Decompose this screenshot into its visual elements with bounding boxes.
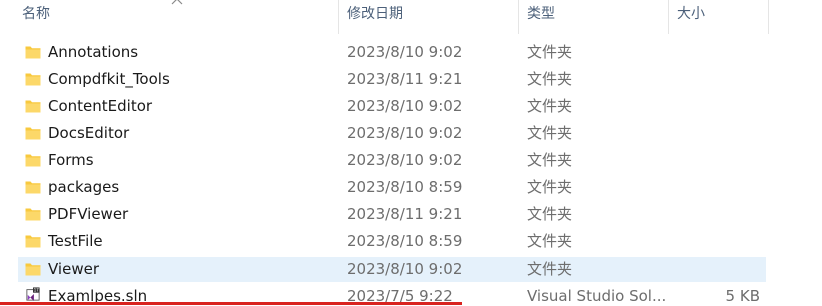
file-size: [668, 229, 760, 254]
file-date: 2023/8/10 9:02: [347, 97, 463, 115]
file-type: 文件夹: [527, 232, 573, 250]
file-name: Forms: [48, 151, 94, 169]
file-type: 文件夹: [527, 260, 573, 278]
column-header-date[interactable]: 修改日期: [347, 0, 517, 34]
folder-icon: [25, 235, 41, 248]
file-name: PDFViewer: [48, 205, 129, 223]
file-size: [668, 67, 760, 92]
folder-icon: [25, 181, 41, 194]
file-size: [668, 148, 760, 173]
file-name: ContentEditor: [48, 97, 153, 115]
file-row[interactable]: PDFViewer 2023/8/11 9:21 文件夹: [18, 202, 766, 227]
column-header-bar: 名称 修改日期 类型 大小: [0, 0, 770, 34]
column-divider[interactable]: [668, 0, 669, 34]
file-size: [668, 40, 760, 65]
file-size: [668, 94, 760, 119]
file-size: [668, 202, 760, 227]
file-row[interactable]: TestFile 2023/8/10 8:59 文件夹: [18, 229, 766, 254]
file-date: 2023/8/10 9:02: [347, 151, 463, 169]
column-divider[interactable]: [518, 0, 519, 34]
column-header-type[interactable]: 类型: [527, 0, 667, 34]
file-type: 文件夹: [527, 205, 573, 223]
file-date: 2023/8/10 8:59: [347, 232, 463, 250]
file-row[interactable]: ContentEditor 2023/8/10 9:02 文件夹: [18, 94, 766, 119]
column-divider[interactable]: [338, 0, 339, 34]
file-name: packages: [48, 178, 120, 196]
file-row[interactable]: Annotations 2023/8/10 9:02 文件夹: [18, 40, 766, 65]
folder-icon: [25, 73, 41, 86]
folder-icon: [25, 208, 41, 221]
file-type: 文件夹: [527, 151, 573, 169]
file-date: 2023/8/11 9:21: [347, 70, 463, 88]
folder-icon: [25, 46, 41, 59]
folder-icon: [25, 263, 41, 276]
file-type: 文件夹: [527, 97, 573, 115]
file-size: [668, 257, 760, 282]
file-size: [668, 121, 760, 146]
file-size: [668, 175, 760, 200]
file-row[interactable]: Compdfkit_Tools 2023/8/11 9:21 文件夹: [18, 67, 766, 92]
file-type: 文件夹: [527, 43, 573, 61]
file-type: Visual Studio Sol...: [527, 287, 665, 305]
file-type: 文件夹: [527, 178, 573, 196]
file-row[interactable]: packages 2023/8/10 8:59 文件夹: [18, 175, 766, 200]
file-name: Compdfkit_Tools: [48, 70, 170, 88]
red-annotation-underline: [0, 302, 462, 305]
folder-icon: [25, 154, 41, 167]
column-header-type-label: 类型: [527, 6, 555, 22]
visual-studio-solution-icon: 17: [26, 287, 40, 301]
column-header-date-label: 修改日期: [347, 6, 403, 22]
file-date: 2023/8/11 9:21: [347, 205, 463, 223]
file-name: DocsEditor: [48, 124, 130, 142]
file-explorer-list: 名称 修改日期 类型 大小 Annotations 2023/8/10 9:02…: [0, 0, 822, 306]
column-header-size[interactable]: 大小: [677, 0, 767, 34]
file-date: 2023/8/10 8:59: [347, 178, 463, 196]
sort-ascending-icon: [171, 0, 183, 5]
svg-text:17: 17: [34, 288, 39, 293]
file-row[interactable]: Forms 2023/8/10 9:02 文件夹: [18, 148, 766, 173]
file-type: 文件夹: [527, 70, 573, 88]
file-type: 文件夹: [527, 124, 573, 142]
file-row-selected[interactable]: Viewer 2023/8/10 9:02 文件夹: [18, 257, 766, 282]
file-size: 5 KB: [725, 287, 760, 305]
file-date: 2023/8/10 9:02: [347, 124, 463, 142]
column-header-name[interactable]: 名称: [22, 0, 340, 34]
file-date: 2023/8/10 9:02: [347, 43, 463, 61]
folder-icon: [25, 100, 41, 113]
file-date: 2023/8/10 9:02: [347, 260, 463, 278]
file-row[interactable]: DocsEditor 2023/8/10 9:02 文件夹: [18, 121, 766, 146]
column-header-size-label: 大小: [677, 6, 705, 22]
file-name: TestFile: [48, 232, 103, 250]
folder-icon: [25, 127, 41, 140]
file-name: Annotations: [48, 43, 139, 61]
file-name: Viewer: [48, 260, 99, 278]
column-header-name-label: 名称: [22, 6, 50, 22]
column-divider[interactable]: [768, 0, 769, 34]
